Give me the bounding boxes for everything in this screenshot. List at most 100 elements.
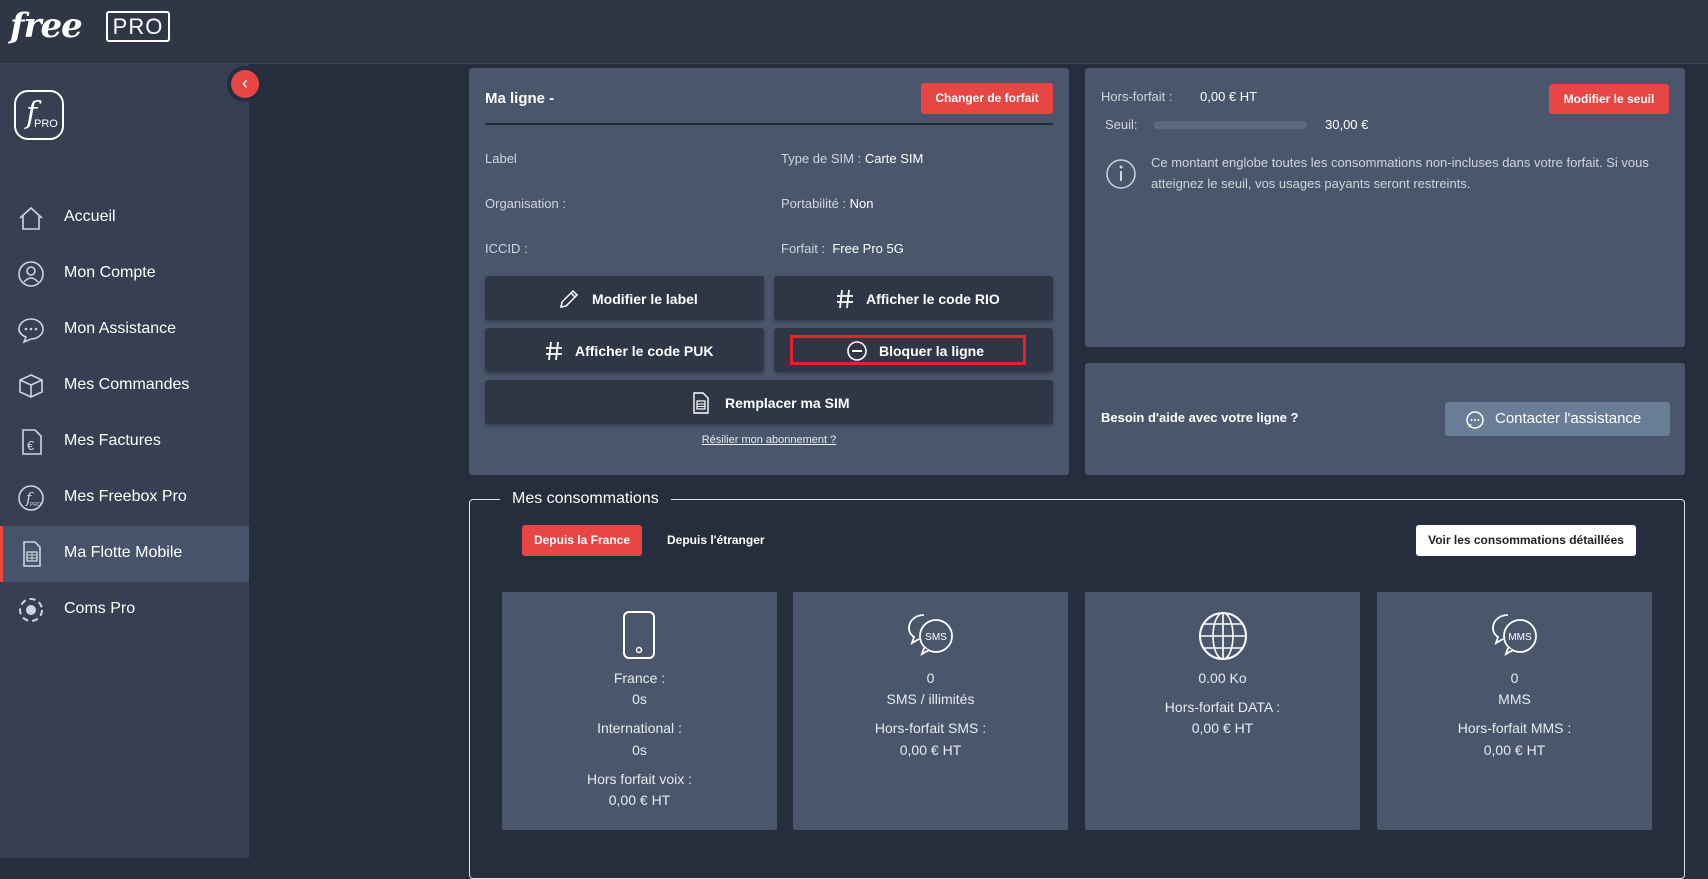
freebox-icon: fPRO — [18, 485, 44, 511]
line-card: Ma ligne - Changer de forfait Label Orga… — [469, 68, 1069, 475]
package-icon — [19, 374, 43, 398]
help-card: Besoin d'aide avec votre ligne ? Contact… — [1085, 363, 1685, 475]
info-icon — [1106, 159, 1136, 189]
brand-logo[interactable]: free — [10, 6, 83, 46]
phone-icon — [623, 611, 655, 659]
sidebar-item-mon-compte[interactable]: Mon Compte — [0, 246, 249, 302]
hash-icon — [546, 341, 562, 361]
chat-icon — [18, 318, 44, 344]
sms-count-label: SMS / illimités — [886, 691, 975, 707]
globe-icon — [1199, 612, 1247, 660]
threshold-label: Seuil: — [1105, 117, 1138, 132]
minus-circle-icon — [847, 341, 867, 361]
sim-type-value: Carte SIM — [864, 151, 924, 166]
divider — [485, 123, 1053, 125]
sidebar-item-label: Mon Assistance — [64, 320, 177, 337]
consumption-title: Mes consommations — [500, 490, 671, 508]
sidebar-item-label: Accueil — [64, 208, 116, 225]
mms-overage-value: 0,00 € HT — [1483, 742, 1546, 758]
sidebar-item-coms-pro[interactable]: Coms Pro — [0, 582, 249, 638]
threshold-card: Hors-forfait : 0,00 € HT Seuil: 30,00 € … — [1085, 68, 1685, 347]
sidebar-item-mon-assistance[interactable]: Mon Assistance — [0, 302, 249, 358]
top-bar: free PRO — [0, 0, 1708, 64]
edit-label-button[interactable]: Modifier le label — [485, 276, 764, 320]
sidebar-item-mes-factures[interactable]: € Mes Factures — [0, 414, 249, 470]
plan-label: Forfait : — [781, 241, 826, 256]
sidebar-item-ma-flotte-mobile[interactable]: Ma Flotte Mobile — [0, 526, 249, 582]
show-puk-button[interactable]: Afficher le code PUK — [485, 328, 764, 372]
mms-bubble-icon: MMS — [1492, 614, 1537, 656]
detailed-consumption-button[interactable]: Voir les consommations détaillées — [1416, 525, 1636, 556]
mms-overage-label: Hors-forfait MMS : — [1457, 720, 1572, 736]
sms-count: 0 — [926, 670, 935, 686]
data-overage-label: Hors-forfait DATA : — [1164, 699, 1281, 715]
mms-count-label: MMS — [1498, 691, 1531, 707]
contact-assistance-button[interactable]: Contacter l'assistance — [1445, 402, 1670, 436]
voice-france-label: France : — [613, 670, 666, 686]
coms-icon — [19, 598, 43, 622]
portability-value: Non — [849, 196, 874, 211]
plan-value: Free Pro 5G — [832, 241, 904, 256]
iccid-field: ICCID : — [485, 241, 528, 256]
home-icon — [19, 206, 43, 230]
voice-intl-label: International : — [597, 720, 682, 736]
user-icon — [18, 261, 44, 287]
sidebar-item-mes-commandes[interactable]: Mes Commandes — [0, 358, 249, 414]
data-stats-card: 0.00 Ko Hors-forfait DATA : 0,00 € HT — [1085, 592, 1360, 830]
overage-label: Hors-forfait : — [1101, 89, 1173, 104]
portability-label: Portabilité : — [781, 196, 847, 211]
threshold-value: 30,00 € — [1325, 117, 1369, 132]
sidebar-item-label: Mes Factures — [64, 432, 161, 449]
sim-card-icon — [693, 392, 709, 414]
sidebar-item-mes-freebox-pro[interactable]: f PRO Mes Freebox Pro — [0, 470, 249, 526]
sms-overage-value: 0,00 € HT — [899, 742, 962, 758]
hash-icon — [837, 289, 853, 309]
label-field: Label — [485, 151, 517, 166]
brand-pro-badge: PRO — [106, 11, 170, 42]
threshold-progress-bar — [1154, 121, 1307, 129]
sim-type-label: Type de SIM : — [781, 151, 862, 166]
threshold-info-text: Ce montant englobe toutes les consommati… — [1151, 155, 1649, 191]
show-rio-button[interactable]: Afficher le code RIO — [774, 276, 1053, 320]
block-line-button[interactable]: Bloquer la ligne — [774, 328, 1053, 372]
sms-overage-label: Hors-forfait SMS : — [874, 720, 987, 736]
voice-overage-value: 0,00 € HT — [608, 792, 671, 808]
modify-threshold-button[interactable]: Modifier le seuil — [1549, 84, 1669, 114]
chat-icon — [1466, 411, 1484, 429]
tab-from-france[interactable]: Depuis la France — [522, 525, 642, 556]
mms-count: 0 — [1510, 670, 1519, 686]
sms-stats-card: SMS 0 SMS / illimités Hors-forfait SMS :… — [793, 592, 1068, 830]
svg-text:PRO: PRO — [30, 502, 41, 508]
data-overage-value: 0,00 € HT — [1191, 720, 1254, 736]
sidebar-item-label: Mes Freebox Pro — [64, 488, 187, 505]
replace-sim-button[interactable]: Remplacer ma SIM — [485, 380, 1053, 424]
mms-stats-card: MMS 0 MMS Hors-forfait MMS : 0,00 € HT — [1377, 592, 1652, 830]
svg-text:€: € — [27, 438, 35, 453]
euro-document-icon: € — [22, 429, 42, 455]
pencil-icon — [560, 289, 579, 308]
sim-card-icon — [23, 541, 41, 567]
tab-from-abroad[interactable]: Depuis l'étranger — [667, 533, 765, 547]
voice-france-value: 0s — [632, 691, 647, 707]
sidebar-item-label: Ma Flotte Mobile — [64, 544, 183, 561]
overage-value: 0,00 € HT — [1200, 89, 1258, 104]
sidebar-item-label: Coms Pro — [64, 600, 136, 617]
freepro-logo: f PRO — [14, 90, 64, 140]
sidebar-item-label: Mon Compte — [64, 264, 156, 281]
voice-stats-card: France : 0s International : 0s Hors forf… — [502, 592, 777, 830]
change-plan-button[interactable]: Changer de forfait — [921, 83, 1053, 114]
sidebar-item-accueil[interactable]: Accueil — [0, 190, 249, 246]
collapse-sidebar-button[interactable]: ‹ — [231, 70, 259, 98]
chevron-left-icon: ‹ — [242, 73, 248, 93]
line-title: Ma ligne - — [485, 90, 555, 107]
organisation-field: Organisation : — [485, 196, 566, 211]
svg-text:MMS: MMS — [1508, 632, 1532, 643]
voice-intl-value: 0s — [632, 742, 647, 758]
help-text: Besoin d'aide avec votre ligne ? — [1101, 410, 1299, 425]
sidebar: f PRO Accueil Mon Compte Mon Assistance … — [0, 64, 249, 858]
voice-overage-label: Hors forfait voix : — [586, 771, 693, 787]
svg-text:SMS: SMS — [925, 632, 947, 643]
data-amount: 0.00 Ko — [1198, 670, 1247, 686]
cancel-subscription-link[interactable]: Résilier mon abonnement ? — [469, 434, 1069, 446]
sidebar-item-label: Mes Commandes — [64, 376, 190, 393]
